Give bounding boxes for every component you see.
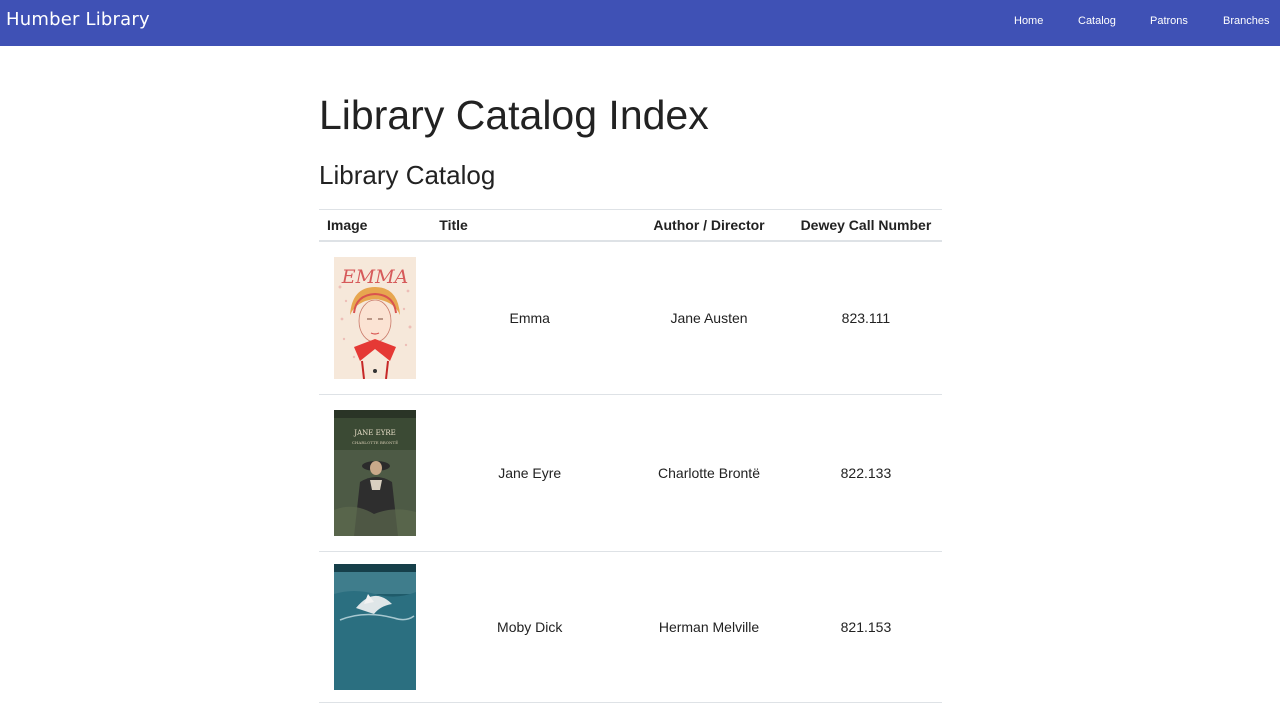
header-author: Author / Director <box>628 209 790 242</box>
cover-cell: EMMA <box>319 241 432 395</box>
cover-title-jane-eyre: JANE EYRE <box>353 429 395 437</box>
author-cell: Charlotte Brontë <box>628 394 790 552</box>
table-header-row: Image Title Author / Director Dewey Call… <box>319 209 942 242</box>
header-title: Title <box>431 209 629 242</box>
cover-cell <box>319 551 432 703</box>
title-cell: Emma <box>431 241 629 395</box>
cover-author-jane-eyre: CHARLOTTE BRONTË <box>352 440 398 445</box>
page-title: Library Catalog Index <box>319 92 709 138</box>
nav-link-patrons[interactable]: Patrons <box>1150 15 1188 27</box>
cover-title-emma: EMMA <box>341 266 409 288</box>
brand-link[interactable]: Humber Library <box>6 9 150 30</box>
dewey-cell: 822.133 <box>789 394 942 552</box>
book-cover-moby-dick[interactable] <box>334 564 416 690</box>
nav-link-catalog[interactable]: Catalog <box>1078 15 1116 27</box>
nav-link-branches[interactable]: Branches <box>1223 15 1269 27</box>
dewey-cell: 823.111 <box>789 241 942 395</box>
author-cell: Herman Melville <box>628 551 790 703</box>
author-cell: Jane Austen <box>628 241 790 395</box>
header-image: Image <box>319 209 432 242</box>
top-navbar: Humber Library Home Catalog Patrons Bran… <box>0 0 1280 46</box>
table-row[interactable]: EMMA Emma Jane Austen 823.111 <box>319 241 942 395</box>
cover-cell: JANE EYRE CHARLOTTE BRONTË <box>319 394 432 552</box>
book-cover-jane-eyre[interactable]: JANE EYRE CHARLOTTE BRONTË <box>334 410 416 536</box>
title-cell: Moby Dick <box>431 551 629 703</box>
nav-link-home[interactable]: Home <box>1014 15 1043 27</box>
table-row[interactable]: JANE EYRE CHARLOTTE BRONTË Jane Eyre Cha… <box>319 394 942 552</box>
catalog-table: Image Title Author / Director Dewey Call… <box>319 209 942 703</box>
dewey-cell: 821.153 <box>789 551 942 703</box>
table-row[interactable]: Moby Dick Herman Melville 821.153 <box>319 551 942 703</box>
title-cell: Jane Eyre <box>431 394 629 552</box>
book-cover-emma[interactable]: EMMA <box>334 257 416 379</box>
section-title: Library Catalog <box>319 160 496 190</box>
header-dewey: Dewey Call Number <box>789 209 942 242</box>
